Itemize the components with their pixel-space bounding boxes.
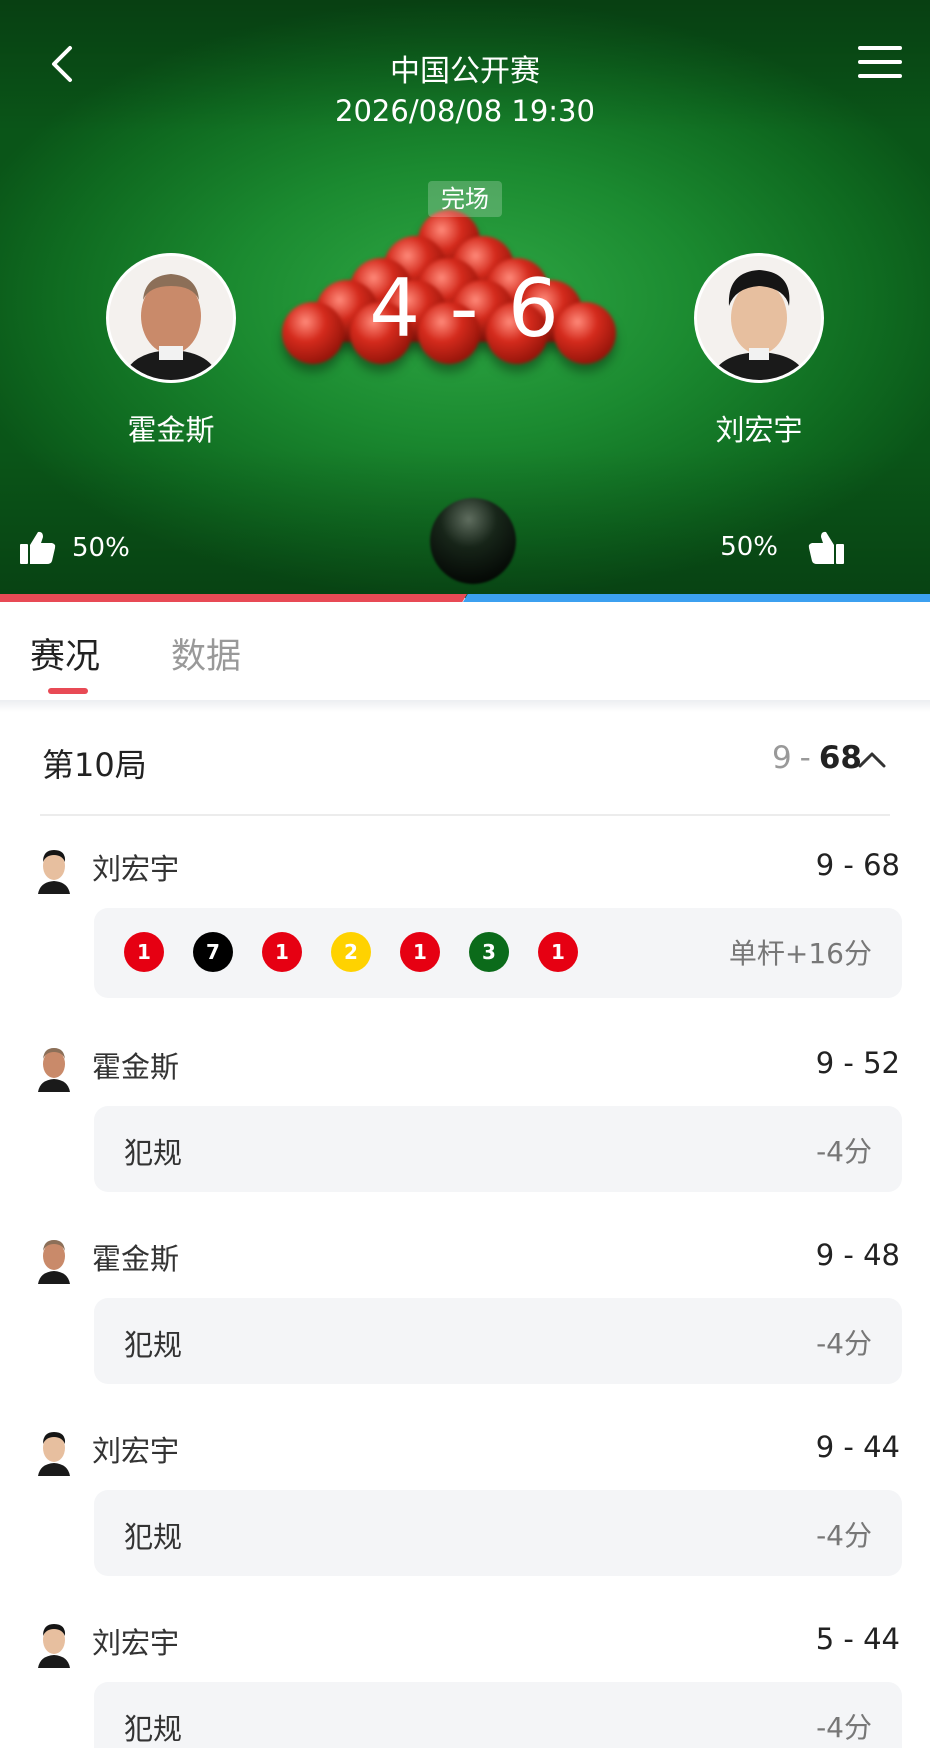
event-player-name: 刘宏宇 <box>92 1434 180 1468</box>
event-list: 刘宏宇 9 - 68 1 7 1 2 1 3 1 单杆+16分 霍金斯 9 - … <box>0 816 930 1748</box>
frame-score-left: 9 <box>771 740 792 776</box>
avatar <box>34 842 74 894</box>
event-player-name: 霍金斯 <box>92 1242 180 1276</box>
event-description: 犯规 <box>124 1328 183 1362</box>
break-detail: 1 7 1 2 1 3 1 单杆+16分 <box>94 908 902 998</box>
list-item: 霍金斯 9 - 52 犯规 -4分 <box>0 1014 930 1206</box>
event-description: 犯规 <box>124 1136 183 1170</box>
event-points: -4分 <box>816 1135 872 1168</box>
list-item: 刘宏宇 5 - 44 犯规 -4分 <box>0 1590 930 1748</box>
avatar <box>34 1424 74 1476</box>
support-right-percent: 50% <box>720 532 778 562</box>
support-left[interactable]: 50% <box>18 528 130 568</box>
support-ratio-left <box>0 594 467 602</box>
foul-detail: 犯规 -4分 <box>94 1298 902 1384</box>
event-description: 犯规 <box>124 1712 183 1746</box>
event-points: -4分 <box>816 1711 872 1744</box>
tab-bar: 赛况 数据 <box>0 602 930 702</box>
snooker-ball: 2 <box>331 932 371 972</box>
support-left-percent: 50% <box>72 533 130 563</box>
player-left-name: 霍金斯 <box>127 413 215 447</box>
frame-score: 9-68 <box>772 740 862 776</box>
list-item: 刘宏宇 9 - 44 犯规 -4分 <box>0 1398 930 1590</box>
avatar <box>34 1040 74 1092</box>
event-points: 单杆+16分 <box>728 937 872 970</box>
snooker-ball: 1 <box>124 932 164 972</box>
frame-title: 第10局 <box>42 746 147 784</box>
avatar-player-right[interactable] <box>694 253 824 383</box>
support-right[interactable]: 50% <box>720 528 846 568</box>
event-description: 犯规 <box>124 1520 183 1554</box>
event-player-name: 刘宏宇 <box>92 852 180 886</box>
tab-match-status[interactable]: 赛况 <box>30 628 100 679</box>
event-points: -4分 <box>816 1519 872 1552</box>
event-score: 5 - 44 <box>815 1622 900 1656</box>
event-player-name: 霍金斯 <box>92 1050 180 1084</box>
status-badge: 完场 <box>428 181 502 217</box>
event-score: 9 - 48 <box>815 1238 900 1272</box>
snooker-ball: 1 <box>538 932 578 972</box>
menu-icon[interactable] <box>858 46 902 86</box>
potted-balls: 1 7 1 2 1 3 1 <box>124 932 607 972</box>
chevron-up-icon[interactable] <box>856 748 888 772</box>
frame-score-separator: - <box>799 740 811 776</box>
avatar <box>34 1232 74 1284</box>
thumbs-up-icon[interactable] <box>806 528 846 568</box>
thumbs-up-icon[interactable] <box>18 528 58 568</box>
event-title: 中国公开赛 <box>390 54 540 89</box>
tab-stats[interactable]: 数据 <box>171 628 241 679</box>
list-item: 霍金斯 9 - 48 犯规 -4分 <box>0 1206 930 1398</box>
snooker-ball: 1 <box>400 932 440 972</box>
player-right-name: 刘宏宇 <box>715 413 803 447</box>
list-item: 刘宏宇 9 - 68 1 7 1 2 1 3 1 单杆+16分 <box>0 816 930 1014</box>
foul-detail: 犯规 -4分 <box>94 1490 902 1576</box>
snooker-ball: 7 <box>193 932 233 972</box>
foul-detail: 犯规 -4分 <box>94 1106 902 1192</box>
frame-header[interactable]: 第10局 9-68 <box>0 712 930 812</box>
snooker-ball: 3 <box>469 932 509 972</box>
event-points: -4分 <box>816 1327 872 1360</box>
active-tab-indicator <box>48 688 88 694</box>
snooker-ball: 1 <box>262 932 302 972</box>
event-player-name: 刘宏宇 <box>92 1626 180 1660</box>
tab-divider <box>0 700 930 712</box>
foul-detail: 犯规 -4分 <box>94 1682 902 1748</box>
event-score: 9 - 68 <box>815 848 900 882</box>
support-ratio-right <box>463 594 930 602</box>
event-score: 9 - 52 <box>815 1046 900 1080</box>
event-time: 2026/08/08 19:30 <box>335 94 595 128</box>
support-ratio-bar <box>0 594 930 602</box>
event-score: 9 - 44 <box>815 1430 900 1464</box>
cue-ball-decoration <box>430 498 516 584</box>
avatar <box>34 1616 74 1668</box>
